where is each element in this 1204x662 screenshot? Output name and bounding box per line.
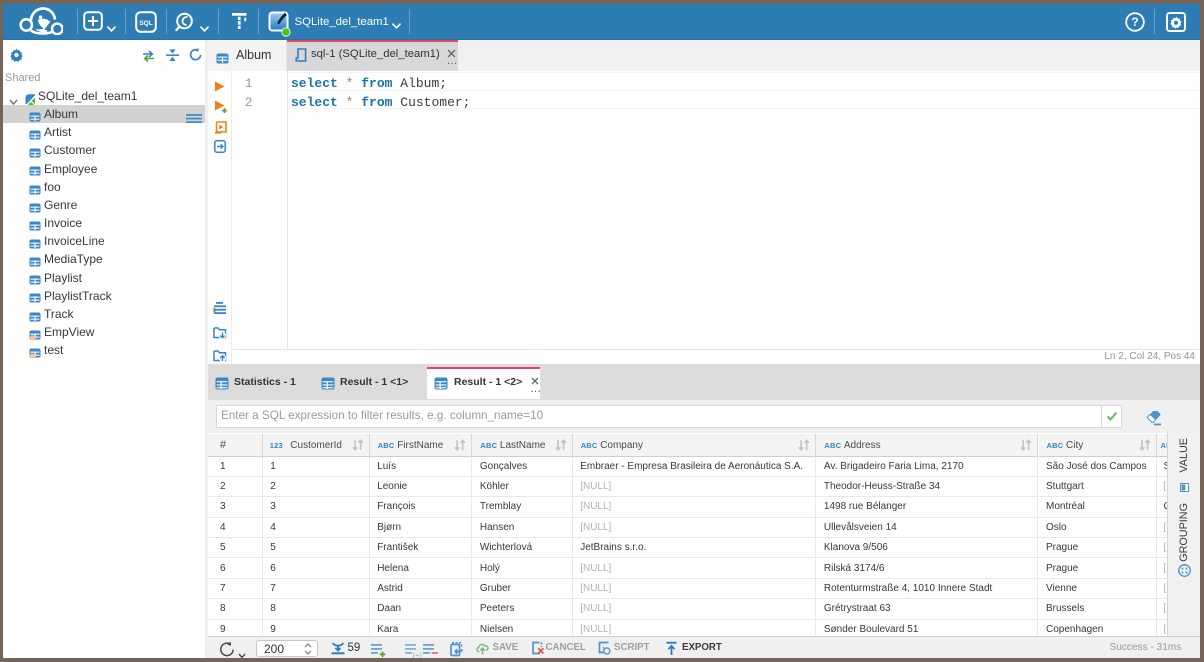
svg-text:SQL: SQL xyxy=(139,20,152,27)
svg-text:(+): (+) xyxy=(413,651,423,659)
svg-text:?: ? xyxy=(1131,15,1138,29)
